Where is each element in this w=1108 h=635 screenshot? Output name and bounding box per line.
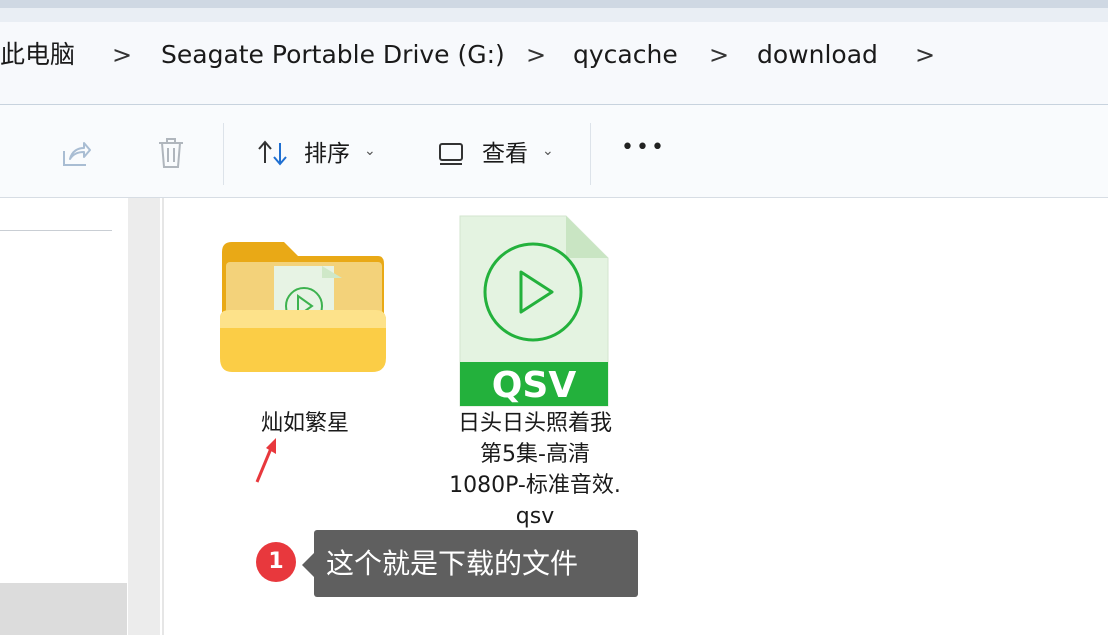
toolbar-divider	[223, 123, 224, 185]
view-button[interactable]: 查看 ⌄	[430, 105, 565, 197]
window-top-edge	[0, 0, 1108, 8]
breadcrumb-separator[interactable]: >	[709, 38, 729, 72]
breadcrumb-separator[interactable]: >	[915, 38, 935, 72]
file-name-label: 日头日头照着我 第5集-高清 1080P-标准音效. qsv	[440, 408, 630, 532]
chevron-down-icon: ⌄	[364, 143, 376, 159]
breadcrumb-item-download[interactable]: download	[757, 38, 878, 72]
breadcrumb-separator[interactable]: >	[526, 38, 546, 72]
view-label: 查看	[482, 141, 528, 167]
view-icon	[439, 143, 463, 165]
navigation-pane[interactable]	[0, 198, 160, 635]
breadcrumb-separator[interactable]: >	[112, 38, 132, 72]
sort-label: 排序	[304, 141, 350, 167]
annotation-callout: 这个就是下载的文件	[314, 530, 638, 597]
file-item[interactable]: QSV 日头日头照着我 第5集-高清 1080P-标准音效. qsv	[440, 212, 630, 532]
breadcrumb-item-drive[interactable]: Seagate Portable Drive (G:)	[161, 38, 505, 72]
sort-button[interactable]: 排序 ⌄	[250, 105, 385, 197]
folder-with-video-icon	[220, 242, 386, 372]
breadcrumb[interactable]: 此电脑 > Seagate Portable Drive (G:) > qyca…	[0, 22, 1108, 106]
file-name-line: qsv	[515, 504, 555, 529]
red-arrow-icon	[255, 438, 276, 483]
file-name-line: 第5集-高清	[480, 442, 590, 467]
file-name-line: 1080P-标准音效.	[449, 473, 621, 498]
folder-item[interactable]: 灿如繁星	[210, 228, 400, 443]
toolbar-divider	[590, 123, 591, 185]
nav-scrollbar[interactable]	[128, 198, 160, 635]
trash-icon[interactable]	[156, 136, 186, 170]
qsv-video-file-icon: QSV	[459, 215, 609, 407]
file-name-line: 日头日头照着我	[457, 411, 612, 436]
breadcrumb-item-this-pc[interactable]: 此电脑	[0, 38, 75, 72]
more-options-button[interactable]: •••	[621, 135, 666, 160]
breadcrumb-item-qycache[interactable]: qycache	[573, 38, 678, 72]
pane-splitter[interactable]	[162, 198, 164, 635]
sort-icon	[258, 140, 287, 166]
command-bar: 排序 ⌄ 查看 ⌄ •••	[0, 105, 1108, 198]
file-name-label: 灿如繁星	[260, 411, 349, 436]
annotation-number-badge: 1	[256, 542, 296, 582]
chevron-down-icon: ⌄	[542, 143, 554, 159]
nav-selected-item[interactable]	[0, 583, 127, 635]
nav-divider	[0, 230, 112, 231]
callout-pointer	[302, 553, 314, 577]
qsv-badge-text: QSV	[492, 365, 577, 406]
window-top-band	[0, 8, 1108, 22]
share-icon[interactable]	[60, 139, 92, 169]
